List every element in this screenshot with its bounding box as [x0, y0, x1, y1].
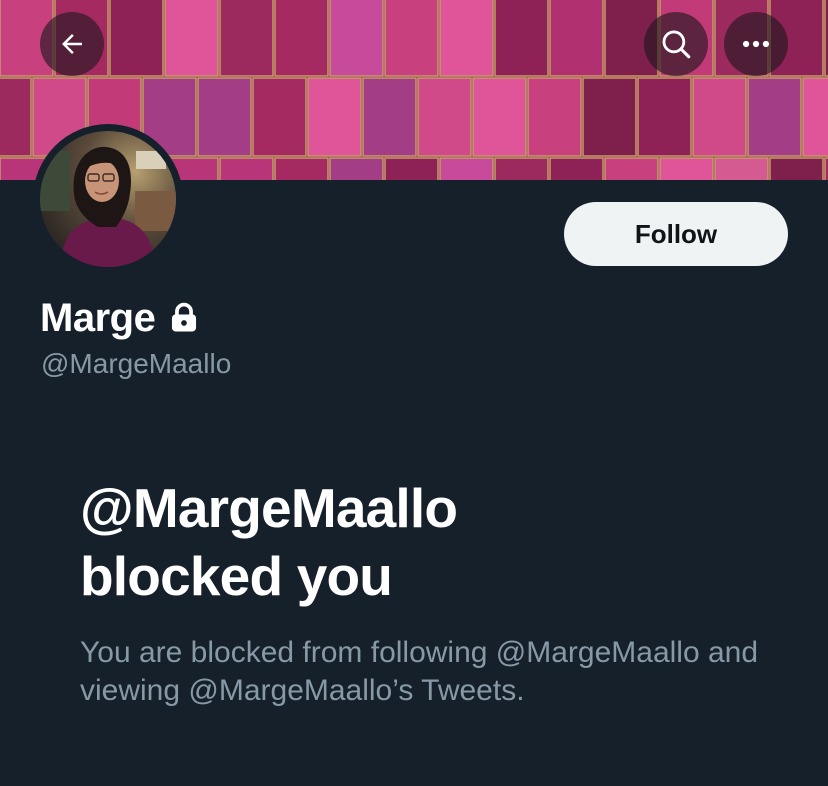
- banner-tile: [197, 77, 252, 157]
- profile-avatar[interactable]: [33, 124, 183, 274]
- banner-tile: [549, 0, 604, 77]
- banner-tile: [439, 0, 494, 77]
- avatar-photo: [40, 131, 176, 267]
- more-options-button[interactable]: [724, 12, 788, 76]
- search-icon: [662, 30, 691, 59]
- banner-tile: [549, 157, 604, 180]
- banner-tile: [472, 77, 527, 157]
- blocked-heading: @MargeMaallo blocked you: [80, 474, 780, 610]
- back-button[interactable]: [40, 12, 104, 76]
- banner-tile: [439, 157, 494, 180]
- banner-tile: [659, 157, 714, 180]
- banner-tile: [362, 77, 417, 157]
- more-horizontal-icon: [742, 40, 770, 48]
- banner-tile: [252, 77, 307, 157]
- blocked-heading-line2: blocked you: [80, 545, 393, 607]
- arrow-left-icon: [62, 34, 82, 54]
- banner-tile: [747, 77, 802, 157]
- banner-tile: [714, 157, 769, 180]
- banner-tile: [109, 0, 164, 77]
- banner-tile: [219, 0, 274, 77]
- banner-tile: [329, 157, 384, 180]
- banner-tile: [274, 0, 329, 77]
- banner-tile: [494, 157, 549, 180]
- banner-tile: [384, 0, 439, 77]
- search-button[interactable]: [644, 12, 708, 76]
- banner-tile: [329, 0, 384, 77]
- banner-tile: [307, 77, 362, 157]
- blocked-heading-line1: @MargeMaallo: [80, 477, 458, 539]
- blocked-description: You are blocked from following @MargeMaa…: [80, 636, 759, 707]
- banner-tile: [0, 77, 32, 157]
- banner-tile: [164, 0, 219, 77]
- profile-name-row: Marge: [40, 292, 201, 344]
- banner-tile: [219, 157, 274, 180]
- profile-handle: @MargeMaallo: [41, 348, 232, 379]
- banner-tile: [582, 77, 637, 157]
- banner-tile: [604, 157, 659, 180]
- banner-tile: [494, 0, 549, 77]
- banner-tile: [527, 77, 582, 157]
- banner-tile: [274, 157, 329, 180]
- banner-tile: [769, 157, 824, 180]
- banner-tile: [692, 77, 747, 157]
- display-name: Marge: [40, 295, 156, 340]
- lock-icon: [167, 301, 201, 335]
- banner-tile: [384, 157, 439, 180]
- banner-tile: [637, 77, 692, 157]
- banner-tile: [417, 77, 472, 157]
- follow-button[interactable]: Follow: [564, 202, 788, 266]
- banner-tile: [802, 77, 828, 157]
